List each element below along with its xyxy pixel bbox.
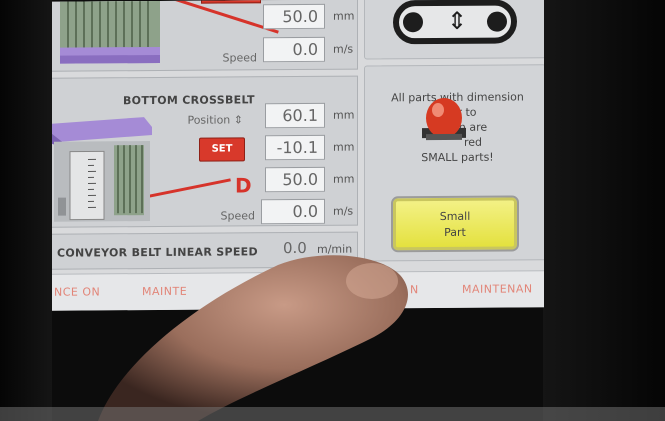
top-position-value[interactable]: 50.0 xyxy=(263,3,325,30)
position-unit: mm xyxy=(333,108,355,122)
small-part-button-label-2: Part xyxy=(444,225,466,239)
monitor-bezel-left xyxy=(0,0,52,421)
bottom-crossbelt-title: BOTTOM CROSSBELT xyxy=(123,93,255,108)
offset-unit: mm xyxy=(333,140,355,154)
offset-value[interactable]: -10.1 xyxy=(265,134,325,161)
set-button-top[interactable] xyxy=(201,0,261,4)
small-part-button[interactable]: Small Part xyxy=(391,195,519,253)
set-button[interactable]: SET xyxy=(199,137,245,162)
position-label: Position ⇕ xyxy=(187,113,243,127)
belt-pulley-left-icon xyxy=(403,12,423,33)
video-bottom-strip xyxy=(0,407,665,421)
d-unit: mm xyxy=(333,172,355,186)
belt-direction-panel: ⇕ xyxy=(364,0,544,60)
speed-value: 0.0 xyxy=(261,198,325,225)
tab-maintenance-right[interactable]: MAINTENAN xyxy=(462,282,533,295)
finger-overlay xyxy=(78,247,418,421)
top-speed-unit: m/s xyxy=(333,42,354,56)
warning-lamp-icon xyxy=(414,94,474,154)
speed-unit: m/s xyxy=(333,204,354,218)
small-part-button-label-1: Small xyxy=(439,209,471,224)
d-value[interactable]: 50.0 xyxy=(265,166,325,193)
top-position-unit: mm xyxy=(333,9,355,23)
top-speed-value: 0.0 xyxy=(263,36,325,63)
top-crossbelt-image xyxy=(60,0,160,68)
up-down-arrow-icon: ⇕ xyxy=(447,6,468,35)
position-value[interactable]: 60.1 xyxy=(265,102,325,129)
speed-label: Speed xyxy=(220,209,255,223)
monitor-bezel-right xyxy=(543,0,665,421)
top-speed-label: Speed xyxy=(222,51,257,65)
device-frame: D 50.0 mm Speed 0.0 m/s xyxy=(0,0,665,421)
belt-pulley-right-icon xyxy=(487,11,507,32)
bottom-crossbelt-image xyxy=(52,113,152,224)
d-dimension-marker-bottom: D xyxy=(235,173,252,198)
belt-direction-button[interactable]: ⇕ xyxy=(393,0,517,45)
